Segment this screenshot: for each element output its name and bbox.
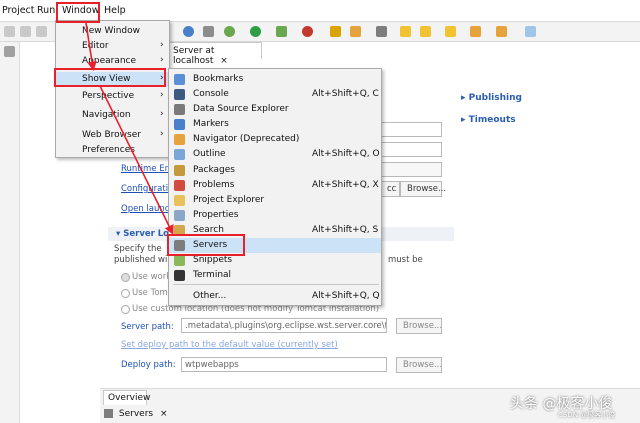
watermark-sub: CSDN @极客小俊 xyxy=(558,411,616,419)
annotation-arrows xyxy=(85,22,174,235)
